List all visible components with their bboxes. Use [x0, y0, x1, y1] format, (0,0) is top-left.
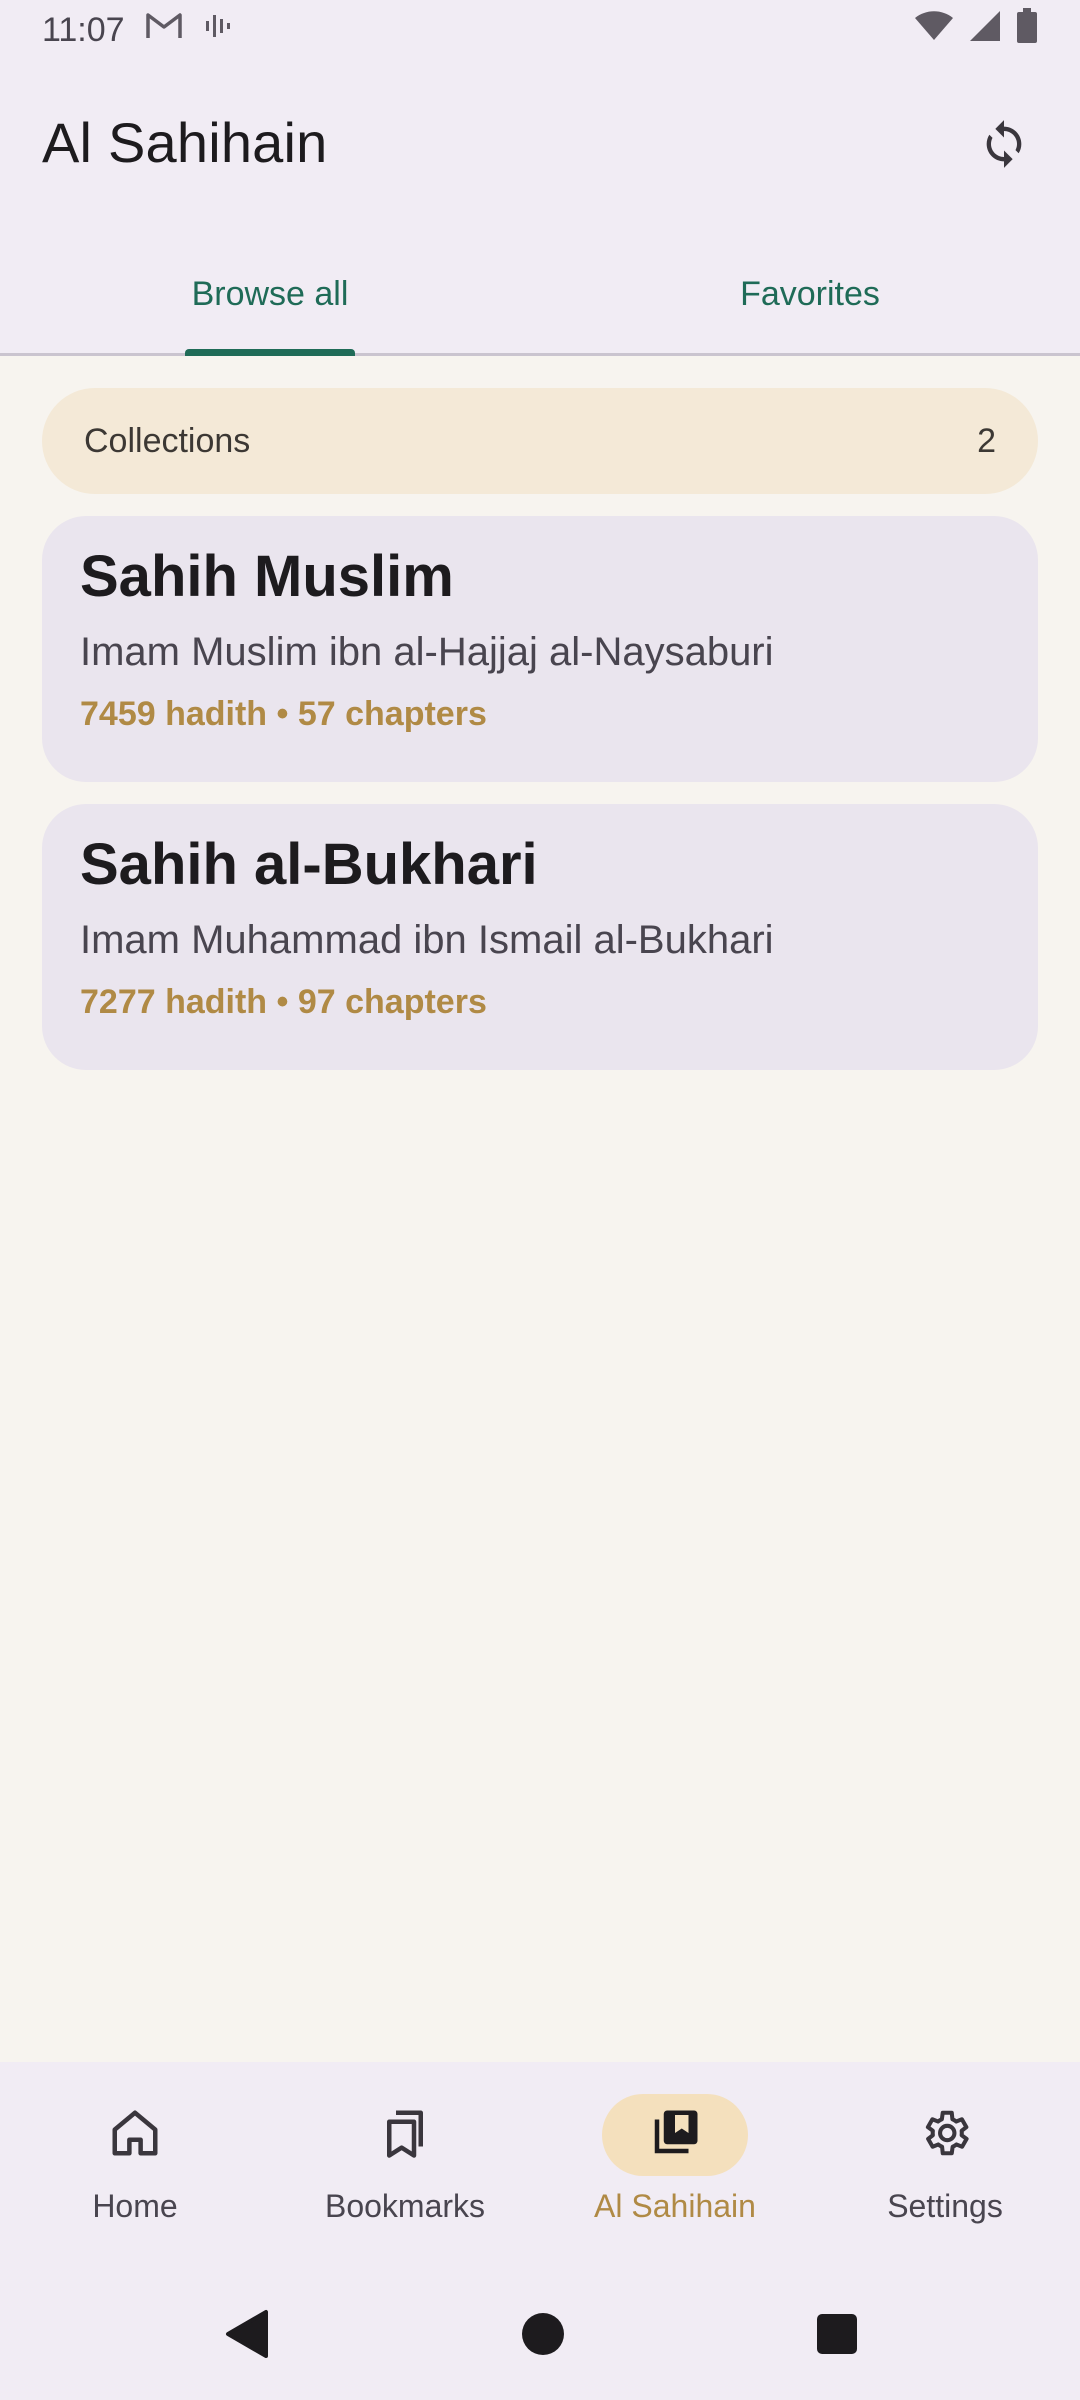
card-title: Sahih Muslim [80, 544, 454, 609]
card-meta: 7459 hadith • 57 chapters [80, 695, 487, 733]
nav-pill [872, 2094, 1018, 2176]
library-icon [648, 2106, 702, 2165]
nav-pill [332, 2094, 478, 2176]
nav-label: Home [92, 2188, 178, 2224]
signal-icon [968, 9, 1002, 52]
status-time: 11:07 [42, 10, 125, 49]
card-author: Imam Muslim ibn al-Hajjaj al-Naysaburi [80, 630, 774, 674]
back-icon[interactable] [222, 2308, 270, 2365]
refresh-button[interactable] [964, 106, 1044, 186]
tab-browse-all[interactable]: Browse all [0, 236, 540, 356]
screen: 11:07 Al Sahihain Browse all Favorites C… [0, 0, 1080, 2400]
collections-list: Collections 2 Sahih Muslim Imam Muslim i… [42, 388, 1038, 1070]
gmail-icon [145, 11, 183, 50]
card-title: Sahih al-Bukhari [80, 832, 538, 897]
tab-indicator [185, 349, 355, 356]
nav-item-al-sahihain[interactable]: Al Sahihain [540, 2062, 810, 2272]
bookmarks-icon [378, 2106, 432, 2165]
tab-bar: Browse all Favorites [0, 236, 1080, 356]
nav-label: Settings [887, 2188, 1003, 2224]
collection-card-sahih-al-bukhari[interactable]: Sahih al-Bukhari Imam Muhammad ibn Ismai… [42, 804, 1038, 1070]
nav-label: Al Sahihain [594, 2188, 756, 2224]
tab-label: Browse all [191, 275, 349, 313]
nav-pill [62, 2094, 208, 2176]
collections-label: Collections [84, 421, 251, 460]
nav-item-home[interactable]: Home [0, 2062, 270, 2272]
collection-card-sahih-muslim[interactable]: Sahih Muslim Imam Muslim ibn al-Hajjaj a… [42, 516, 1038, 782]
home-icon [108, 2106, 162, 2165]
nav-item-settings[interactable]: Settings [810, 2062, 1080, 2272]
nav-pill [602, 2094, 748, 2176]
card-meta: 7277 hadith • 97 chapters [80, 983, 487, 1021]
tab-label: Favorites [740, 275, 880, 313]
tab-favorites[interactable]: Favorites [540, 236, 1080, 353]
system-navigation-bar [0, 2272, 1080, 2400]
gear-icon [918, 2106, 972, 2165]
battery-icon [1016, 7, 1038, 53]
page-title: Al Sahihain [42, 111, 328, 174]
nav-item-bookmarks[interactable]: Bookmarks [270, 2062, 540, 2272]
recents-icon[interactable] [816, 2313, 858, 2360]
audio-icon [203, 10, 235, 51]
wifi-icon [914, 10, 954, 51]
status-bar: 11:07 [0, 0, 1080, 60]
collections-count: 2 [977, 421, 996, 460]
home-circle-icon[interactable] [520, 2311, 566, 2362]
bottom-navigation: Home Bookmarks Al Sahihain Settings [0, 2062, 1080, 2272]
collections-header: Collections 2 [42, 388, 1038, 494]
card-author: Imam Muhammad ibn Ismail al-Bukhari [80, 918, 774, 962]
nav-label: Bookmarks [324, 2188, 486, 2224]
refresh-icon [978, 118, 1030, 175]
